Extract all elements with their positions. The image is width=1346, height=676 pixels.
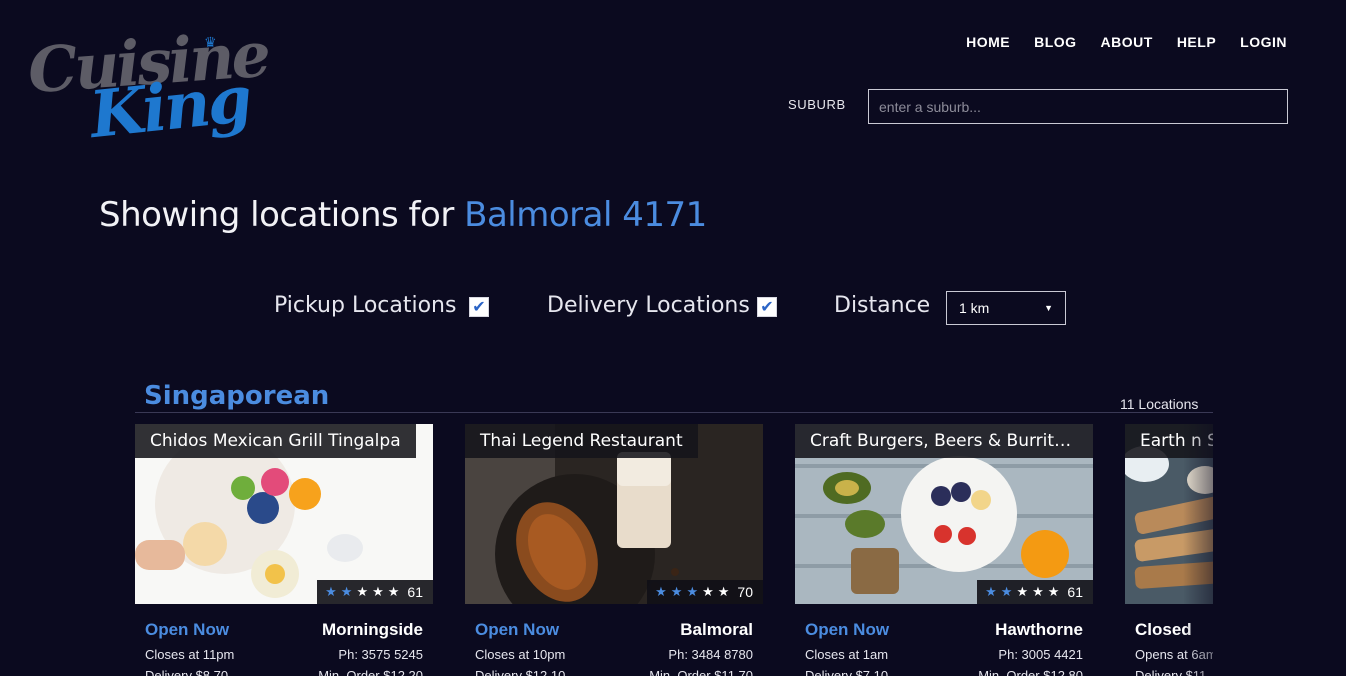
divider	[135, 412, 1213, 413]
restaurant-name: Chidos Mexican Grill Tingalpa	[135, 424, 416, 458]
delivery-checkbox[interactable]: ✔	[757, 297, 777, 317]
restaurant-suburb: Balmoral	[680, 620, 753, 639]
rating-value: 61	[1067, 584, 1083, 600]
nav-home[interactable]: HOME	[966, 34, 1010, 50]
delivery-fee: Delivery $8.70	[145, 668, 229, 676]
rating-badge: ★ ★ ★ ★ ★ 70	[647, 580, 763, 604]
nav-about[interactable]: ABOUT	[1101, 34, 1153, 50]
delivery-label: Delivery Locations	[547, 293, 750, 318]
star-empty-icon: ★	[387, 584, 400, 599]
pickup-label: Pickup Locations	[274, 293, 457, 318]
open-status: Open Now	[475, 620, 560, 639]
suburb-search-input[interactable]	[868, 89, 1288, 124]
star-filled-icon: ★	[985, 584, 997, 599]
phone-number: Ph: 3005 4421	[998, 647, 1083, 662]
nav-login[interactable]: LOGIN	[1240, 34, 1287, 50]
star-filled-icon: ★	[686, 584, 699, 599]
star-empty-icon: ★	[372, 584, 384, 599]
page-title-location: Balmoral 4171	[464, 195, 707, 235]
delivery-fee: Delivery $7.10	[805, 668, 889, 676]
restaurant-card[interactable]: Thai Legend Restaurant ★ ★ ★ ★ ★ 70 Open…	[465, 424, 763, 676]
check-icon: ✔	[472, 299, 486, 316]
suburb-label: SUBURB	[788, 97, 846, 112]
phone-number: Ph: 3484 8780	[668, 647, 753, 662]
min-order: Min. Order $12.20	[318, 668, 423, 676]
restaurant-card[interactable]: Craft Burgers, Beers & Burritos b... ★ ★…	[795, 424, 1093, 676]
main-nav: HOME BLOG ABOUT HELP LOGIN	[966, 34, 1287, 50]
phone-number: Ph: 3575 5245	[338, 647, 423, 662]
star-filled-icon: ★	[340, 584, 353, 599]
star-empty-icon: ★	[1047, 584, 1060, 599]
pickup-checkbox[interactable]: ✔	[469, 297, 489, 317]
distance-label: Distance	[834, 293, 931, 318]
nav-blog[interactable]: BLOG	[1034, 34, 1076, 50]
page-title-prefix: Showing locations for	[99, 195, 454, 235]
closing-time: Closes at 1am	[805, 647, 889, 662]
rating-value: 61	[407, 584, 423, 600]
distance-select[interactable]: 1 km ▼	[946, 291, 1066, 325]
rating-badge: ★ ★ ★ ★ ★ 61	[317, 580, 433, 604]
min-order: Min. Order $11.70	[649, 668, 753, 676]
delivery-fee: Delivery $12.10	[475, 668, 566, 676]
star-filled-icon: ★	[655, 584, 667, 599]
category-title: Singaporean	[144, 381, 330, 411]
restaurant-suburb: Hawthorne	[995, 620, 1083, 639]
restaurant-card[interactable]: Chidos Mexican Grill Tingalpa ★ ★ ★ ★ ★ …	[135, 424, 433, 676]
rating-badge: ★ ★ ★ ★ ★ 61	[977, 580, 1093, 604]
logo-line-king: King	[86, 61, 253, 154]
star-empty-icon: ★	[717, 584, 730, 599]
star-filled-icon: ★	[325, 584, 337, 599]
check-icon: ✔	[760, 299, 774, 316]
restaurant-suburb: Morningside	[321, 620, 423, 639]
scroll-fade	[1183, 424, 1213, 676]
nav-help[interactable]: HELP	[1177, 34, 1216, 50]
star-empty-icon: ★	[1016, 584, 1029, 599]
restaurant-list: Chidos Mexican Grill Tingalpa ★ ★ ★ ★ ★ …	[135, 424, 1213, 676]
page-title: Showing locations for Balmoral 4171	[99, 195, 707, 235]
star-empty-icon: ★	[1032, 584, 1044, 599]
star-filled-icon: ★	[670, 584, 683, 599]
logo[interactable]: Cuisine ♛ King	[26, 18, 273, 154]
restaurant-name: Thai Legend Restaurant	[465, 424, 698, 458]
min-order: Min. Order $12.80	[978, 668, 1083, 676]
dropdown-arrow-icon: ▼	[1044, 303, 1053, 313]
open-status: Open Now	[805, 620, 890, 639]
rating-value: 70	[737, 584, 753, 600]
closing-time: Closes at 11pm	[145, 647, 235, 662]
star-empty-icon: ★	[356, 584, 369, 599]
location-count: 11 Locations	[1120, 396, 1199, 412]
distance-value: 1 km	[959, 300, 990, 316]
filter-bar: Pickup Locations ✔ Delivery Locations ✔ …	[0, 289, 1346, 325]
closing-time: Closes at 10pm	[475, 647, 566, 662]
restaurant-name: Craft Burgers, Beers & Burritos b...	[795, 424, 1093, 458]
crown-icon: ♛	[204, 34, 217, 50]
star-empty-icon: ★	[702, 584, 714, 599]
star-filled-icon: ★	[1000, 584, 1013, 599]
open-status: Open Now	[145, 620, 230, 639]
